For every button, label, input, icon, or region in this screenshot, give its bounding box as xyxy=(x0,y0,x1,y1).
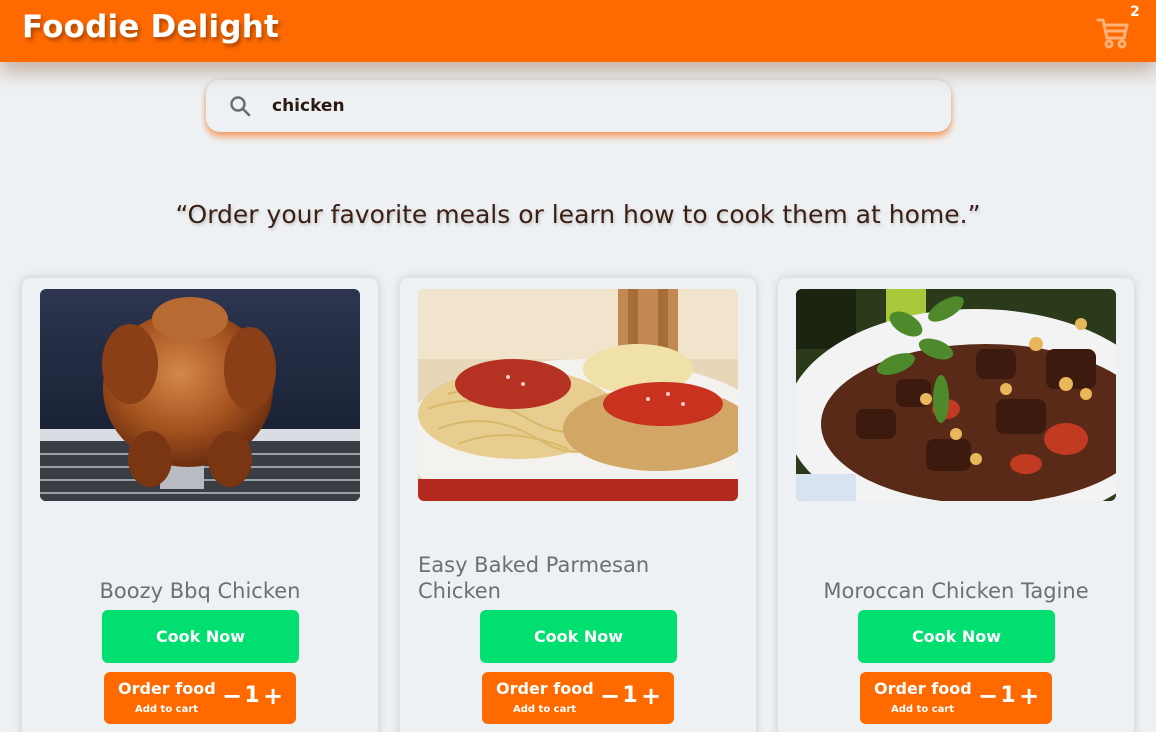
recipe-card: Moroccan Chicken Tagine Cook Now Order f… xyxy=(778,278,1134,732)
decrease-quantity-button[interactable]: − xyxy=(222,682,242,710)
search-bar xyxy=(206,80,951,132)
recipe-title: Moroccan Chicken Tagine xyxy=(823,579,1089,603)
search-icon xyxy=(230,96,251,117)
add-to-cart-label: Add to cart xyxy=(513,704,577,715)
decrease-quantity-button[interactable]: − xyxy=(600,682,620,710)
recipe-photo-parmesan-chicken[interactable] xyxy=(418,289,738,501)
cook-now-button[interactable]: Cook Now xyxy=(102,610,299,663)
cart-button[interactable] xyxy=(1094,12,1134,52)
quantity-value: 1 xyxy=(244,683,260,708)
app-header: Foodie Delight 2 xyxy=(0,0,1156,62)
order-food-label: Order food xyxy=(496,679,594,698)
order-food-label: Order food xyxy=(118,679,216,698)
cook-now-button[interactable]: Cook Now xyxy=(858,610,1055,663)
decrease-quantity-button[interactable]: − xyxy=(978,682,998,710)
increase-quantity-button[interactable]: + xyxy=(263,682,283,710)
increase-quantity-button[interactable]: + xyxy=(1019,682,1039,710)
cook-now-button[interactable]: Cook Now xyxy=(480,610,677,663)
shopping-cart-icon xyxy=(1096,18,1129,49)
order-food-button[interactable]: Order food Add to cart − 1 + xyxy=(104,672,296,724)
recipe-photo-chicken-tagine[interactable] xyxy=(796,289,1116,501)
search-input[interactable] xyxy=(272,92,912,120)
brand-logo[interactable]: Foodie Delight xyxy=(22,9,279,45)
recipe-card: Boozy Bbq Chicken Cook Now Order food Ad… xyxy=(22,278,378,732)
quantity-value: 1 xyxy=(1000,683,1016,708)
quantity-value: 1 xyxy=(622,683,638,708)
add-to-cart-label: Add to cart xyxy=(135,704,199,715)
recipe-photo-bbq-chicken[interactable] xyxy=(40,289,360,501)
recipe-title: Easy Baked Parmesan Chicken xyxy=(418,553,650,603)
order-food-label: Order food xyxy=(874,679,972,698)
recipe-title: Boozy Bbq Chicken xyxy=(99,579,301,603)
tagline: “Order your favorite meals or learn how … xyxy=(175,200,981,229)
order-food-button[interactable]: Order food Add to cart − 1 + xyxy=(482,672,674,724)
add-to-cart-label: Add to cart xyxy=(891,704,955,715)
increase-quantity-button[interactable]: + xyxy=(641,682,661,710)
order-food-button[interactable]: Order food Add to cart − 1 + xyxy=(860,672,1052,724)
cart-count-badge: 2 xyxy=(1130,4,1140,20)
recipe-card: Easy Baked Parmesan Chicken Cook Now Ord… xyxy=(400,278,756,732)
